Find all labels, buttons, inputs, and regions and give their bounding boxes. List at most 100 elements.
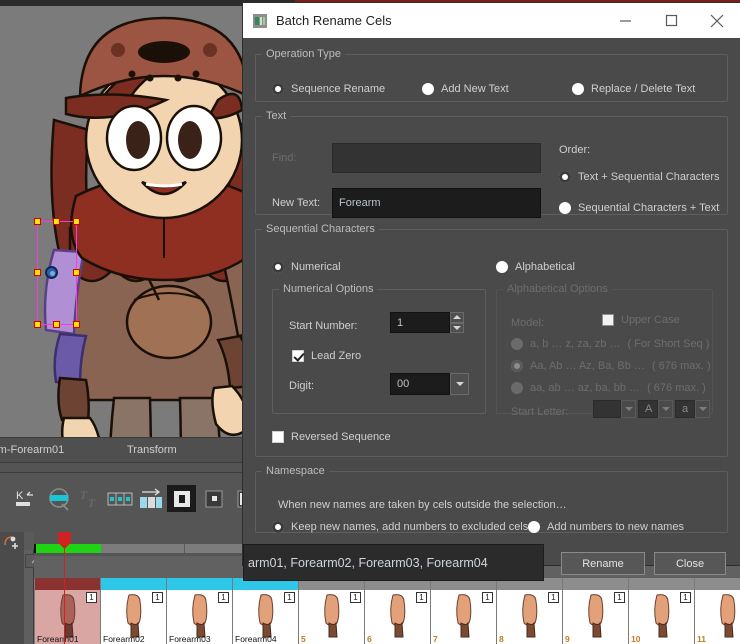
cel-thumbnail [649,593,675,644]
start-letter-select-3[interactable]: a [675,400,695,418]
start-number-label: Start Number: [289,320,358,332]
radio-label: a, b … z, za, zb … [530,338,621,350]
radio-add-new-text[interactable]: Add New Text [422,83,509,95]
radio-text-plus-sequential[interactable]: Text + Sequential Characters [559,171,720,183]
timeline-cel[interactable]: 17 [430,578,496,644]
radio-label: Replace / Delete Text [591,83,696,95]
svg-text:T: T [88,496,96,510]
cel-label: 7 [433,634,438,644]
shift-trace-icon[interactable] [136,485,165,512]
checkbox-box [292,350,304,362]
radio-dot [528,521,540,533]
checkbox-label: Lead Zero [311,350,362,362]
reversed-sequence-checkbox[interactable]: Reversed Sequence [272,431,391,443]
spinner-down-button[interactable] [450,322,464,333]
timeline-cel[interactable]: 1 Forearm03 [166,578,232,644]
close-button[interactable]: Close [654,552,726,575]
timeline-green-range[interactable] [36,544,101,553]
radio-note: ( 676 max. ) [647,382,706,394]
radio-label: Text + Sequential Characters [578,171,720,183]
start-letter-dropdown-1[interactable] [621,400,636,418]
radio-sequence-rename[interactable]: Sequence Rename [272,83,385,95]
svg-text:K: K [16,490,24,502]
radio-sequential-plus-text[interactable]: Sequential Characters + Text [559,202,719,214]
timeline-cel[interactable]: 15 [298,578,364,644]
new-text-input[interactable]: Forearm [332,188,541,218]
radio-model-lower-double[interactable]: aa, ab … az, ba, bb … ( 676 max. ) [511,382,706,394]
checkbox-label: Upper Case [621,314,680,326]
radio-label: Sequential Characters + Text [578,202,720,214]
timeline-cel[interactable]: 111 [694,578,740,644]
dialog-title-bar[interactable]: Batch Rename Cels [243,3,740,38]
start-letter-dropdown-3[interactable] [695,400,710,418]
single-view-icon[interactable] [199,485,228,512]
timeline-cel[interactable]: 19 [562,578,628,644]
timeline-cel[interactable]: 1 Forearm04 [232,578,298,644]
cel-header [629,578,694,590]
cel-badge: 1 [152,592,163,603]
radio-label: Numerical [291,261,341,273]
checkbox-box [272,431,284,443]
cel-label: 10 [631,634,641,644]
radio-model-title-case[interactable]: Aa, Ab … Az, Ba, Bb … ( 676 max. ) [511,360,711,372]
timeline-cels-row[interactable]: 1 Forearm01 1 Forearm02 1 Forearm03 1 Forearm04… [34,578,740,644]
dialog-body: Operation Type Sequence Rename Add New T… [243,38,740,581]
cel-header [167,578,232,590]
cel-header [35,578,100,590]
start-letter-dropdown-2[interactable] [658,400,673,418]
minimize-button[interactable] [602,3,648,38]
checkbox-label: Reversed Sequence [291,431,391,443]
preview-input[interactable]: arm01, Forearm02, Forearm03, Forearm04 [243,544,544,581]
find-input[interactable] [332,143,541,173]
cel-badge: 1 [284,592,295,603]
radio-alphabetical[interactable]: Alphabetical [496,261,575,273]
timeline-cel[interactable]: 1 Forearm01 [34,578,100,644]
digit-dropdown-button[interactable] [450,373,469,395]
close-icon[interactable] [694,3,740,38]
timeline-cel[interactable]: 18 [496,578,562,644]
cel-thumbnail [583,593,609,644]
radio-label: Keep new names, add numbers to excluded … [291,521,529,533]
radio-dot [272,83,284,95]
radio-add-numbers-to-new-names[interactable]: Add numbers to new names [528,521,684,533]
model-label: Model: [511,317,545,329]
alphabetical-options-legend: Alphabetical Options [507,283,608,295]
digit-select[interactable]: 00 [390,373,450,395]
cel-label: 6 [367,634,372,644]
timeline-playhead[interactable] [58,532,71,644]
spinner-up-button[interactable] [450,312,464,323]
onion-skin-icon[interactable] [44,485,73,512]
lead-zero-checkbox[interactable]: Lead Zero [292,350,361,362]
radio-dot [559,171,571,183]
start-letter-select-1[interactable] [593,400,621,418]
start-number-spinner[interactable] [450,312,464,333]
radio-replace-delete-text[interactable]: Replace / Delete Text [572,83,695,95]
radio-label: aa, ab … az, ba, bb … [530,382,641,394]
timeline-cel[interactable]: 1 10 [628,578,694,644]
upper-case-checkbox[interactable]: Upper Case [602,314,680,326]
cel-label: 9 [565,634,570,644]
reorder-icon[interactable] [3,535,21,551]
chevron-down-icon [698,407,707,411]
camera-view-icon[interactable] [167,485,196,512]
cel-badge: 1 [416,592,427,603]
start-number-input[interactable]: 1 [390,312,450,333]
cel-label: Forearm02 [103,634,145,644]
key-frame-icon[interactable]: K [12,485,41,512]
cel-thumbnail [517,593,543,644]
radio-dot [272,521,284,533]
cel-label: Forearm03 [169,634,211,644]
batch-rename-cels-dialog: Batch Rename Cels Operation Type Sequenc… [243,3,740,581]
radio-keep-new-names[interactable]: Keep new names, add numbers to excluded … [272,521,528,533]
rename-button[interactable]: Rename [561,552,645,575]
split-view-icon[interactable] [105,485,134,512]
timeline-cel[interactable]: 16 [364,578,430,644]
radio-model-lower-short[interactable]: a, b … z, za, zb … ( For Short Seq ) [511,338,709,350]
radio-numerical[interactable]: Numerical [272,261,341,273]
timeline-cel[interactable]: 1 Forearm02 [100,578,166,644]
start-letter-select-2[interactable]: A [638,400,658,418]
maximize-button[interactable] [648,3,694,38]
start-letter-label: Start Letter: [511,406,569,418]
cel-badge: 1 [218,592,229,603]
cel-thumbnail [451,593,477,644]
